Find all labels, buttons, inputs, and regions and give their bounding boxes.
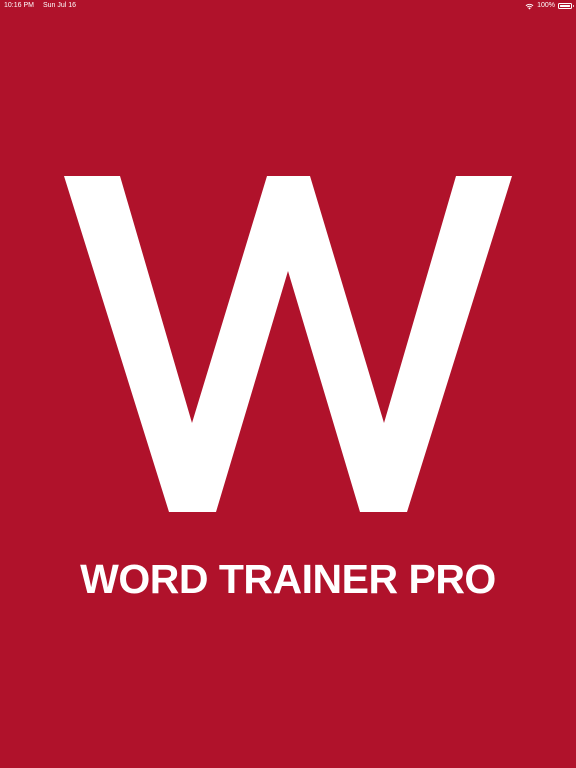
app-title: WORD TRAINER PRO bbox=[80, 556, 496, 602]
status-time: 10:16 PM bbox=[4, 2, 34, 9]
splash-screen: 10:16 PM Sun Jul 16 100% WORD TRAINER PR… bbox=[0, 0, 576, 768]
battery-level bbox=[560, 5, 570, 7]
status-left: 10:16 PM Sun Jul 16 bbox=[4, 0, 76, 12]
status-right: 100% bbox=[525, 0, 574, 12]
status-bar: 10:16 PM Sun Jul 16 100% bbox=[0, 0, 576, 12]
battery-icon bbox=[558, 3, 574, 9]
logo-w-icon bbox=[64, 176, 512, 512]
battery-percent: 100% bbox=[537, 2, 555, 9]
status-date: Sun Jul 16 bbox=[42, 2, 77, 9]
wifi-icon bbox=[525, 3, 534, 9]
